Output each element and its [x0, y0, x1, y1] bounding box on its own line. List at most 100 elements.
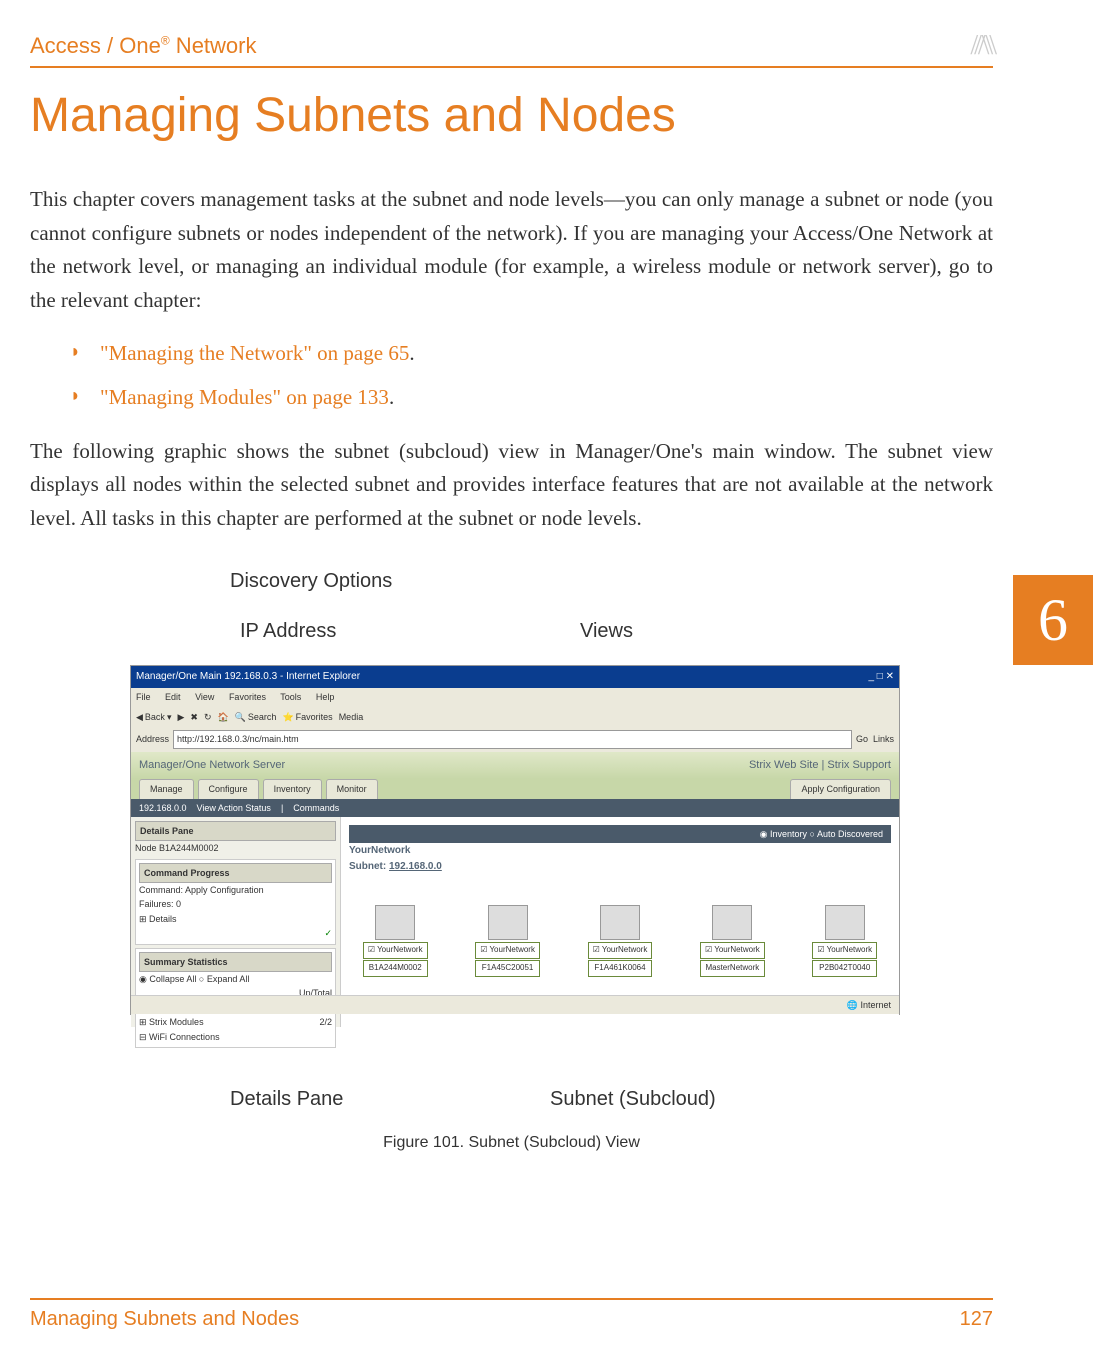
stop-button[interactable]: ✖	[190, 710, 198, 724]
node-id: P2B042T0040	[812, 960, 877, 977]
tab-monitor[interactable]: Monitor	[326, 779, 378, 798]
logo-icon: ///\\\	[970, 30, 993, 62]
tab-inventory[interactable]: Inventory	[263, 779, 322, 798]
node-id: MasterNetwork	[700, 960, 765, 977]
failures-row: Failures: 0	[139, 897, 332, 911]
node-icon	[825, 905, 865, 940]
summary-header: Summary Statistics	[139, 952, 332, 972]
chapter-title: Managing Subnets and Nodes	[30, 88, 993, 143]
app-header: Manager/One Network Server Strix Web Sit…	[131, 752, 899, 780]
menu-file[interactable]: File	[136, 692, 151, 702]
search-button[interactable]: 🔍 Search	[235, 710, 277, 724]
node-network-label: ☑ YourNetwork	[363, 942, 428, 959]
subbar-divider: |	[281, 801, 283, 815]
content: This chapter covers management tasks at …	[30, 183, 993, 1125]
command-row: Command: Apply Configuration	[139, 883, 332, 897]
bullet-item-1: "Managing the Network" on page 65.	[70, 337, 993, 371]
forward-button[interactable]: ▶	[177, 710, 184, 724]
modules-stat: ⊞ Strix Modules 2/2	[139, 1015, 332, 1029]
second-paragraph: The following graphic shows the subnet (…	[30, 435, 993, 536]
product-suffix: Network	[170, 33, 257, 58]
window-title-bar: Manager/One Main 192.168.0.3 - Internet …	[131, 666, 899, 688]
address-bar: Address http://192.168.0.3/nc/main.htm G…	[131, 727, 899, 751]
annotation-ip: IP Address	[240, 615, 336, 647]
app-links[interactable]: Strix Web Site | Strix Support	[749, 757, 891, 775]
menu-help[interactable]: Help	[316, 692, 335, 702]
tabs-bar: Manage Configure Inventory Monitor Apply…	[131, 779, 899, 798]
wifi-stat: ⊟ WiFi Connections	[139, 1030, 332, 1044]
details-header: Details Pane	[135, 821, 336, 841]
footer-section-title: Managing Subnets and Nodes	[30, 1308, 299, 1331]
menu-edit[interactable]: Edit	[165, 692, 181, 702]
inventory-bar: ◉ Inventory ○ Auto Discovered	[349, 825, 891, 843]
menu-tools[interactable]: Tools	[280, 692, 301, 702]
tab-manage[interactable]: Manage	[139, 779, 194, 798]
figure-area: Discovery Options IP Address Views Detai…	[30, 565, 993, 1125]
period: .	[389, 385, 394, 409]
subbar-vas[interactable]: View Action Status	[197, 801, 271, 815]
intro-paragraph: This chapter covers management tasks at …	[30, 183, 993, 317]
favorites-button[interactable]: ⭐ Favorites	[282, 710, 332, 724]
collapse-expand: ◉ Collapse All ○ Expand All	[139, 972, 332, 986]
node-5[interactable]: ☑ YourNetwork P2B042T0040	[812, 905, 877, 978]
node-1[interactable]: ☑ YourNetwork B1A244M0002	[363, 905, 428, 978]
command-progress-section: Command Progress Command: Apply Configur…	[135, 859, 336, 945]
link-managing-network[interactable]: "Managing the Network" on page 65	[100, 341, 409, 365]
node-name: Node B1A244M0002	[135, 841, 336, 855]
node-3[interactable]: ☑ YourNetwork F1A461K0064	[588, 905, 653, 978]
chapter-number-tab: 6	[1013, 575, 1093, 665]
node-4[interactable]: ☑ YourNetwork MasterNetwork	[700, 905, 765, 978]
menu-bar: File Edit View Favorites Tools Help	[131, 688, 899, 706]
bullet-list: "Managing the Network" on page 65. "Mana…	[70, 337, 993, 414]
period: .	[409, 341, 414, 365]
subbar-ip: 192.168.0.0	[139, 801, 187, 815]
tab-configure[interactable]: Configure	[198, 779, 259, 798]
link-managing-modules[interactable]: "Managing Modules" on page 133	[100, 385, 389, 409]
screenshot: Manager/One Main 192.168.0.3 - Internet …	[130, 665, 900, 1015]
menu-view[interactable]: View	[195, 692, 214, 702]
inventory-radio[interactable]: Inventory	[770, 829, 807, 839]
annotation-subnet: Subnet (Subcloud)	[550, 1083, 716, 1115]
page-footer: Managing Subnets and Nodes 127	[30, 1298, 993, 1331]
refresh-button[interactable]: ↻	[204, 710, 212, 724]
page-number: 127	[960, 1308, 993, 1331]
details-row[interactable]: ⊞ Details	[139, 912, 332, 926]
page-header: Access / One® Network ///\\\	[30, 30, 993, 68]
product-title: Access / One® Network	[30, 33, 256, 59]
app-title: Manager/One Network Server	[139, 757, 285, 775]
go-button[interactable]: Go	[856, 732, 868, 746]
status-bar: 🌐 Internet	[131, 995, 899, 1014]
annotation-details: Details Pane	[230, 1083, 343, 1115]
links-label[interactable]: Links	[873, 732, 894, 746]
subnet-label: Subnet:	[349, 861, 386, 872]
home-button[interactable]: 🏠	[217, 710, 228, 724]
status-text: Internet	[860, 1000, 891, 1010]
node-icon	[712, 905, 752, 940]
node-icon	[375, 905, 415, 940]
figure-caption: Figure 101. Subnet (Subcloud) View	[30, 1130, 993, 1156]
check-icon: ✓	[139, 926, 332, 940]
node-network-label: ☑ YourNetwork	[475, 942, 540, 959]
node-network-label: ☑ YourNetwork	[588, 942, 653, 959]
subbar-commands[interactable]: Commands	[293, 801, 339, 815]
back-button[interactable]: ◀ Back ▾	[136, 710, 171, 724]
auto-radio[interactable]: Auto Discovered	[817, 829, 883, 839]
sub-bar: 192.168.0.0 View Action Status | Command…	[131, 799, 899, 817]
toolbar: ◀ Back ▾ ▶ ✖ ↻ 🏠 🔍 Search ⭐ Favorites Me…	[131, 707, 899, 727]
network-name[interactable]: YourNetwork	[349, 845, 411, 856]
menu-favorites[interactable]: Favorites	[229, 692, 266, 702]
node-icon	[488, 905, 528, 940]
tab-apply[interactable]: Apply Configuration	[790, 779, 891, 798]
cmd-progress-header: Command Progress	[139, 863, 332, 883]
product-name: Access / One	[30, 33, 161, 58]
node-id: F1A45C20051	[475, 960, 540, 977]
bullet-item-2: "Managing Modules" on page 133.	[70, 381, 993, 415]
node-2[interactable]: ☑ YourNetwork F1A45C20051	[475, 905, 540, 978]
media-button[interactable]: Media	[339, 710, 364, 724]
subnet-value[interactable]: 192.168.0.0	[389, 861, 442, 872]
node-id: B1A244M0002	[363, 960, 428, 977]
address-label: Address	[136, 732, 169, 746]
nodes-row: ☑ YourNetwork B1A244M0002 ☑ YourNetwork …	[349, 905, 891, 978]
window-controls[interactable]: _ □ ✕	[868, 669, 894, 685]
address-input[interactable]: http://192.168.0.3/nc/main.htm	[173, 730, 852, 748]
